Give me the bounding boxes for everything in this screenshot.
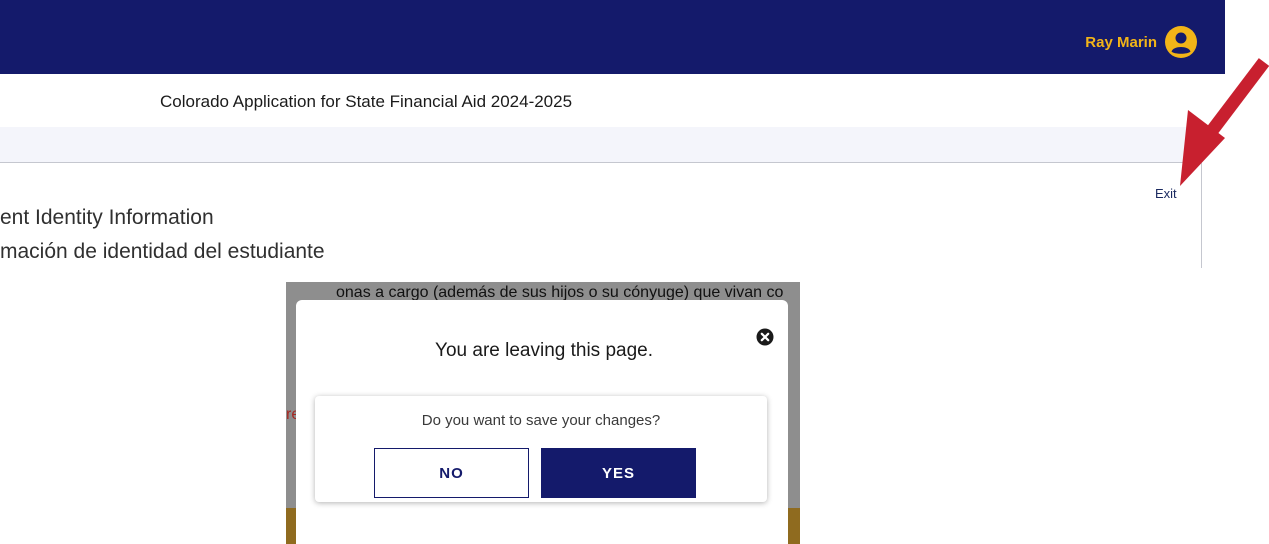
user-name[interactable]: Ray Marin [1085,34,1157,51]
section-heading-spanish: mación de identidad del estudiante [0,240,325,263]
section-heading-english: ent Identity Information [0,206,214,229]
leave-page-dialog: You are leaving this page. Do you want t… [296,300,788,544]
user-menu[interactable]: Ray Marin [1085,26,1197,58]
dialog-title: You are leaving this page. [435,340,653,361]
modal-overlay: onas a cargo (además de sus hijos o su c… [286,282,800,544]
no-button[interactable]: NO [374,448,529,498]
save-changes-card: Do you want to save your changes? NO YES [315,396,767,502]
progress-band [0,127,1201,163]
top-nav-bar: Ray Marin [0,0,1225,74]
close-icon[interactable] [756,328,774,346]
user-avatar-icon[interactable] [1165,26,1197,58]
application-title: Colorado Application for State Financial… [160,92,573,111]
red-arrow-icon [1180,58,1269,186]
yes-button[interactable]: YES [541,448,696,498]
save-changes-question: Do you want to save your changes? [421,412,661,429]
